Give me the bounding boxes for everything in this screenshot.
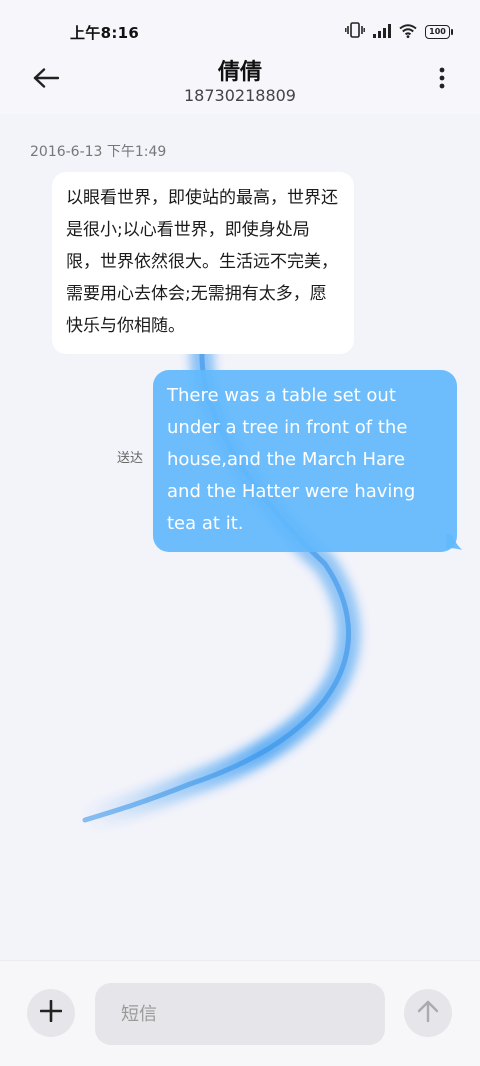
status-time: 上午8:16 xyxy=(70,24,140,42)
plus-icon xyxy=(39,999,63,1026)
bubble-tail xyxy=(446,534,462,550)
more-vertical-icon xyxy=(439,67,445,93)
message-timestamp: 2016-6-13 下午1:49 xyxy=(30,144,167,160)
message-composer xyxy=(0,960,480,1066)
delivery-status: 送达 xyxy=(117,451,144,466)
signal-icon xyxy=(373,23,391,42)
wifi-icon xyxy=(399,23,417,42)
more-options-button[interactable] xyxy=(430,62,454,98)
conversation-header: 倩倩 18730218809 xyxy=(0,46,480,114)
send-button[interactable] xyxy=(404,989,452,1037)
conversation-area[interactable]: 2016-6-13 下午1:49 以眼看世界，即使站的最高，世界还是很小;以心看… xyxy=(0,114,480,960)
add-attachment-button[interactable] xyxy=(27,989,75,1037)
message-input[interactable] xyxy=(95,983,385,1045)
battery-icon: 100 xyxy=(425,25,453,39)
contact-name: 倩倩 xyxy=(217,60,262,85)
send-arrow-up-icon xyxy=(417,999,439,1027)
outgoing-message-bubble[interactable]: There was a table set out under a tree i… xyxy=(153,370,457,552)
outgoing-message-text: There was a table set out under a tree i… xyxy=(167,385,416,534)
status-icons: 100 xyxy=(345,22,453,42)
incoming-message-bubble[interactable]: 以眼看世界，即使站的最高，世界还是很小;以心看世界，即使身处局限，世界依然很大。… xyxy=(52,172,354,354)
incoming-message-text: 以眼看世界，即使站的最高，世界还是很小;以心看世界，即使身处局限，世界依然很大。… xyxy=(66,188,338,336)
vibrate-icon xyxy=(345,22,365,42)
contact-phone-number: 18730218809 xyxy=(184,86,296,105)
